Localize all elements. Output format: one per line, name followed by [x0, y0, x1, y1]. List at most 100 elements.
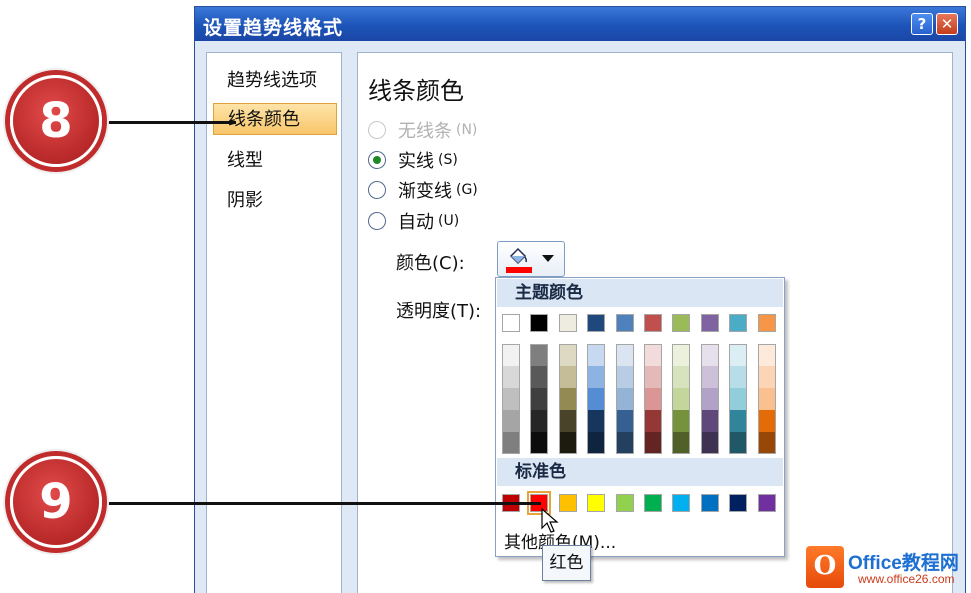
theme-color-swatch[interactable] [729, 344, 748, 366]
color-palette-popup: 主题颜色 标准色 其他颜色(M)... [495, 277, 785, 557]
theme-color-swatch[interactable] [615, 366, 634, 388]
mouse-pointer-icon [541, 508, 559, 533]
theme-color-swatch[interactable] [530, 388, 549, 410]
theme-color-swatch[interactable] [615, 314, 634, 332]
theme-color-swatch[interactable] [530, 366, 549, 388]
option-automatic-accel: (U) [438, 213, 460, 229]
theme-color-swatch[interactable] [700, 410, 719, 432]
theme-color-swatch[interactable] [672, 388, 691, 410]
panel-title: 线条颜色 [368, 77, 464, 105]
theme-color-swatch[interactable] [700, 366, 719, 388]
close-icon[interactable]: ✕ [936, 13, 958, 35]
watermark-title: Office教程网 [848, 553, 959, 574]
standard-color-swatch[interactable] [729, 494, 748, 512]
theme-color-swatch[interactable] [644, 366, 662, 388]
theme-color-swatch[interactable] [672, 366, 691, 388]
theme-color-swatch[interactable] [587, 410, 606, 432]
theme-color-swatch[interactable] [729, 366, 748, 388]
theme-color-swatch[interactable] [615, 432, 634, 454]
theme-color-swatch[interactable] [587, 432, 606, 454]
theme-color-swatch[interactable] [530, 432, 549, 454]
theme-color-swatch[interactable] [700, 344, 719, 366]
theme-color-swatch[interactable] [729, 388, 748, 410]
callout-9-leader [96, 502, 541, 505]
nav-item-line-color[interactable]: 线条颜色 [213, 103, 337, 135]
theme-color-swatch[interactable] [530, 344, 549, 366]
theme-color-swatch[interactable] [615, 410, 634, 432]
theme-color-swatch[interactable] [644, 314, 662, 332]
color-tooltip: 红色 [542, 545, 591, 581]
theme-color-swatch[interactable] [587, 314, 606, 332]
theme-color-swatch[interactable] [502, 410, 520, 432]
help-icon[interactable]: ? [911, 13, 933, 35]
paint-bucket-icon [509, 247, 527, 265]
theme-color-swatch[interactable] [587, 366, 606, 388]
option-no-line[interactable]: 无线条 (N) [368, 117, 477, 143]
theme-color-swatch[interactable] [530, 410, 549, 432]
chevron-down-icon [542, 255, 554, 262]
theme-color-swatch[interactable] [700, 432, 719, 454]
theme-color-swatch[interactable] [700, 388, 719, 410]
theme-color-swatch[interactable] [644, 410, 662, 432]
theme-color-swatch[interactable] [558, 344, 577, 366]
theme-color-swatch[interactable] [558, 314, 577, 332]
theme-colors-header: 主题颜色 [497, 279, 783, 307]
theme-color-swatch[interactable] [729, 314, 748, 332]
watermark-logo: O [806, 546, 844, 588]
theme-color-swatch[interactable] [502, 432, 520, 454]
nav-item-shadow[interactable]: 阴影 [213, 185, 337, 217]
theme-color-swatch[interactable] [587, 388, 606, 410]
option-solid-line-label: 实线 [398, 151, 434, 172]
theme-color-swatch[interactable] [700, 314, 719, 332]
step-8-callout: 8 [10, 75, 102, 167]
standard-color-swatch[interactable] [757, 494, 776, 512]
theme-color-swatch[interactable] [502, 344, 520, 366]
theme-color-swatch[interactable] [502, 366, 520, 388]
standard-color-swatch[interactable] [672, 494, 691, 512]
theme-color-swatch[interactable] [558, 366, 577, 388]
color-picker-button[interactable] [497, 241, 565, 277]
theme-color-swatch[interactable] [502, 388, 520, 410]
theme-color-swatch[interactable] [644, 344, 662, 366]
theme-color-swatch[interactable] [615, 344, 634, 366]
theme-color-swatch[interactable] [558, 410, 577, 432]
option-gradient-line-label: 渐变线 [398, 181, 452, 202]
color-label: 颜色(C): [396, 253, 465, 274]
theme-color-swatch[interactable] [558, 432, 577, 454]
theme-color-swatch[interactable] [757, 432, 776, 454]
standard-color-swatch[interactable] [615, 494, 634, 512]
theme-color-swatch[interactable] [672, 344, 691, 366]
theme-color-swatch[interactable] [644, 388, 662, 410]
option-gradient-line[interactable]: 渐变线 (G) [368, 177, 478, 203]
theme-color-swatch[interactable] [757, 366, 776, 388]
theme-color-swatch[interactable] [729, 410, 748, 432]
theme-color-swatch[interactable] [757, 410, 776, 432]
standard-color-swatch[interactable] [700, 494, 719, 512]
watermark-url: www.office26.com [858, 572, 955, 586]
radio-solid-line[interactable] [368, 151, 386, 169]
option-automatic[interactable]: 自动 (U) [368, 208, 459, 234]
theme-color-swatch[interactable] [644, 432, 662, 454]
callout-8-leader [96, 121, 236, 124]
standard-color-swatch[interactable] [644, 494, 662, 512]
theme-color-swatch[interactable] [672, 314, 691, 332]
theme-color-swatch[interactable] [672, 410, 691, 432]
radio-no-line[interactable] [368, 121, 386, 139]
standard-color-swatch[interactable] [558, 494, 577, 512]
standard-color-swatch[interactable] [587, 494, 606, 512]
theme-color-swatch[interactable] [530, 314, 549, 332]
theme-color-swatch[interactable] [615, 388, 634, 410]
theme-color-swatch[interactable] [558, 388, 577, 410]
theme-color-swatch[interactable] [587, 344, 606, 366]
option-solid-line[interactable]: 实线 (S) [368, 147, 458, 173]
theme-color-swatch[interactable] [729, 432, 748, 454]
nav-item-line-style[interactable]: 线型 [213, 145, 337, 177]
nav-item-trendline-options[interactable]: 趋势线选项 [213, 65, 337, 97]
theme-color-swatch[interactable] [502, 314, 520, 332]
theme-color-swatch[interactable] [672, 432, 691, 454]
theme-color-swatch[interactable] [757, 314, 776, 332]
theme-color-swatch[interactable] [757, 344, 776, 366]
radio-gradient-line[interactable] [368, 181, 386, 199]
theme-color-swatch[interactable] [757, 388, 776, 410]
radio-automatic[interactable] [368, 212, 386, 230]
